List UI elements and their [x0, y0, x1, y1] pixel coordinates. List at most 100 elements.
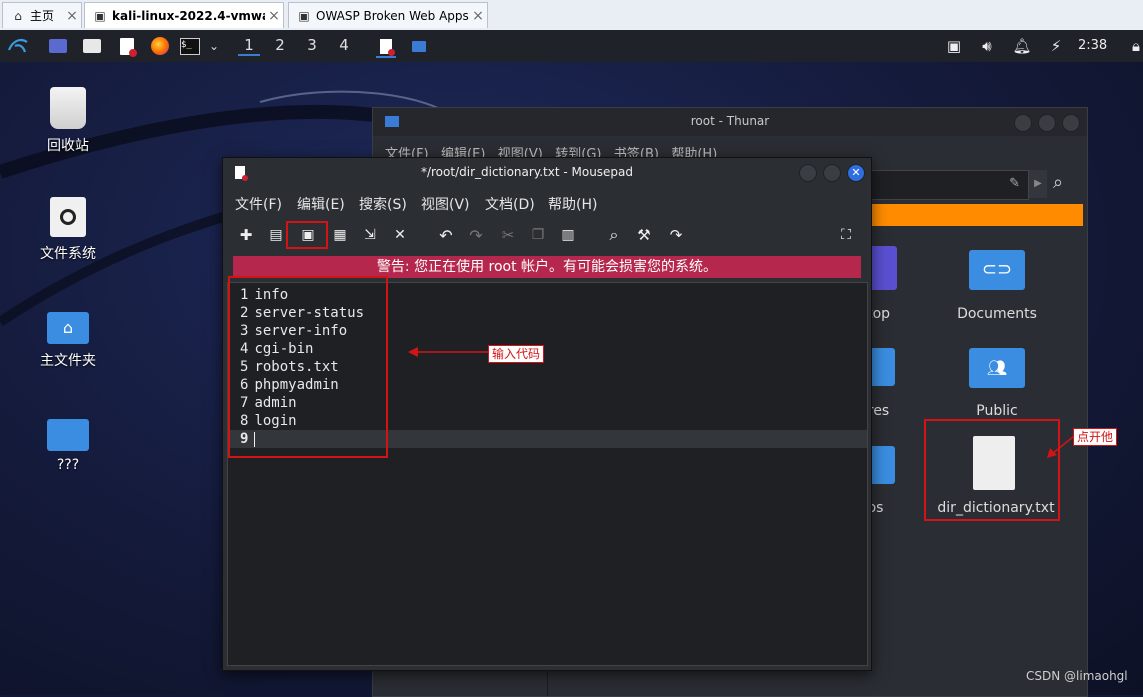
workspace-2[interactable]: 2	[269, 36, 291, 54]
fullscreen-button[interactable]: ⛶	[835, 224, 857, 246]
file-item-documents[interactable]: Documents	[947, 306, 1047, 322]
chevron-down-icon[interactable]: ⌄	[204, 36, 224, 56]
close-icon[interactable]: ×	[265, 8, 283, 24]
home-folder-icon: ⌂	[47, 312, 89, 344]
tab-home[interactable]: ⌂ 主页 ×	[2, 2, 82, 28]
workspace-3[interactable]: 3	[301, 36, 323, 54]
kali-menu-icon[interactable]	[6, 36, 30, 56]
folder-icon	[871, 246, 897, 290]
bell-icon[interactable]: 🔔︎	[1012, 36, 1032, 56]
root-warning-bar: 警告: 您正在使用 root 帐户。有可能会损害您的系统。	[233, 256, 861, 278]
undo-button[interactable]: ↶	[435, 224, 457, 246]
desktop-icon-home[interactable]: ⌂ 主文件夹	[18, 312, 118, 370]
save-highlight-box	[286, 221, 328, 249]
home-icon: ⌂	[14, 8, 22, 23]
menu-search[interactable]: 搜索(S)	[359, 194, 407, 214]
paste-icon: ▥	[561, 227, 575, 243]
find-button[interactable]: ⌕	[603, 224, 625, 246]
screen-icon[interactable]: ▣	[944, 36, 964, 56]
new-document-button[interactable]: ✚	[235, 224, 257, 246]
workspace-1[interactable]: 1	[238, 36, 260, 56]
copy-icon: ❐	[531, 227, 545, 243]
close-icon[interactable]: ×	[63, 8, 81, 24]
vm-icon: ▣	[94, 8, 106, 23]
terminal-window-icon[interactable]	[48, 36, 68, 56]
reload-button[interactable]: ⇲	[359, 224, 381, 246]
thunar-title: root - Thunar	[690, 114, 770, 128]
minimize-button[interactable]	[1014, 114, 1032, 132]
search-icon[interactable]: ⌕	[1053, 172, 1063, 193]
copy-button[interactable]: ❐	[527, 224, 549, 246]
menu-edit[interactable]: 编辑(E)	[297, 194, 345, 214]
file-highlight-box	[924, 419, 1060, 521]
close-tab-button[interactable]: ✕	[389, 224, 411, 246]
goto-icon: ↷	[669, 226, 683, 244]
path-bar[interactable]	[871, 204, 1083, 226]
location-bar[interactable]: ✎	[867, 170, 1029, 200]
lock-icon[interactable]: 🔒︎	[1126, 36, 1143, 56]
clock[interactable]: 2:38	[1078, 38, 1107, 53]
folder-icon	[47, 419, 89, 451]
file-manager-icon[interactable]	[82, 36, 102, 56]
desktop-icon-filesystem[interactable]: 文件系统	[18, 197, 118, 263]
new-window-icon: ▤	[269, 227, 283, 243]
folder-icon	[871, 446, 895, 484]
code-highlight-box	[228, 276, 388, 458]
annotation-input-code: 输入代码	[488, 345, 545, 363]
mousepad-titlebar: */root/dir_dictionary.txt - Mousepad ✕	[223, 158, 871, 188]
new-window-button[interactable]: ▤	[265, 224, 287, 246]
close-button[interactable]: ✕	[847, 164, 865, 182]
mousepad-task-icon[interactable]	[376, 36, 396, 58]
menu-document[interactable]: 文档(D)	[485, 194, 535, 214]
maximize-button[interactable]	[1038, 114, 1056, 132]
arrow-left-icon	[408, 347, 488, 357]
tab-owasp[interactable]: ▣ OWASP Broken Web Apps VM... ×	[288, 2, 488, 28]
paste-button[interactable]: ▥	[557, 224, 579, 246]
vm-icon: ▣	[298, 8, 310, 23]
save-as-button[interactable]: ▦	[329, 224, 351, 246]
close-icon[interactable]: ×	[469, 8, 487, 24]
desktop-icon-trash[interactable]: 回收站	[18, 87, 118, 155]
cut-button[interactable]: ✂	[497, 224, 519, 246]
maximize-button[interactable]	[823, 164, 841, 182]
mousepad-title: */root/dir_dictionary.txt - Mousepad	[420, 165, 634, 179]
menu-help[interactable]: 帮助(H)	[548, 194, 597, 214]
new-icon: ✚	[239, 226, 253, 244]
search-icon: ⌕	[609, 225, 619, 244]
vmware-tab-bar: ⌂ 主页 × ▣ kali-linux-2022.4-vmware... × ▣…	[0, 0, 1143, 31]
undo-icon: ↶	[439, 225, 453, 245]
cut-icon: ✂	[501, 226, 515, 244]
pencil-icon[interactable]: ✎	[1009, 176, 1020, 191]
chevron-right-icon[interactable]: ▶	[1029, 170, 1047, 198]
desktop-icon-folder[interactable]: ???	[18, 419, 118, 473]
goto-button[interactable]: ↷	[665, 224, 687, 246]
redo-button[interactable]: ↷	[465, 224, 487, 246]
replace-icon: ⚒	[637, 226, 651, 244]
close-button[interactable]	[1062, 114, 1080, 132]
workspace-4[interactable]: 4	[333, 36, 355, 54]
minimize-button[interactable]	[799, 164, 817, 182]
revert-icon: ⇲	[364, 227, 376, 243]
thunar-titlebar: root - Thunar	[373, 108, 1087, 136]
volume-icon[interactable]: 🔊︎	[977, 36, 997, 56]
file-item-public[interactable]: Public	[947, 403, 1047, 419]
drive-icon	[50, 197, 86, 237]
trash-icon	[50, 87, 86, 129]
save-as-icon: ▦	[333, 227, 347, 243]
watermark: CSDN @limaohgl	[1026, 669, 1128, 683]
arrow-down-left-icon	[1047, 435, 1075, 458]
firefox-icon[interactable]	[150, 36, 170, 56]
text-editor-icon[interactable]	[117, 36, 137, 57]
menu-file[interactable]: 文件(F)	[235, 194, 282, 214]
fullscreen-icon: ⛶	[841, 227, 851, 243]
find-replace-button[interactable]: ⚒	[633, 224, 655, 246]
thunar-task-icon[interactable]	[409, 36, 429, 56]
power-icon[interactable]: ⚡︎	[1046, 36, 1066, 56]
kali-top-panel: $_ ⌄ 1 2 3 4 ▣ 🔊︎ 🔔︎ ⚡︎ 2:38 🔒︎	[0, 30, 1143, 62]
tab-kali[interactable]: ▣ kali-linux-2022.4-vmware... ×	[84, 2, 284, 28]
annotation-open-it: 点开他	[1073, 428, 1118, 446]
terminal-icon[interactable]: $_	[180, 36, 200, 56]
folder-icon	[871, 348, 895, 386]
menu-view[interactable]: 视图(V)	[421, 194, 470, 214]
redo-icon: ↷	[469, 225, 483, 245]
